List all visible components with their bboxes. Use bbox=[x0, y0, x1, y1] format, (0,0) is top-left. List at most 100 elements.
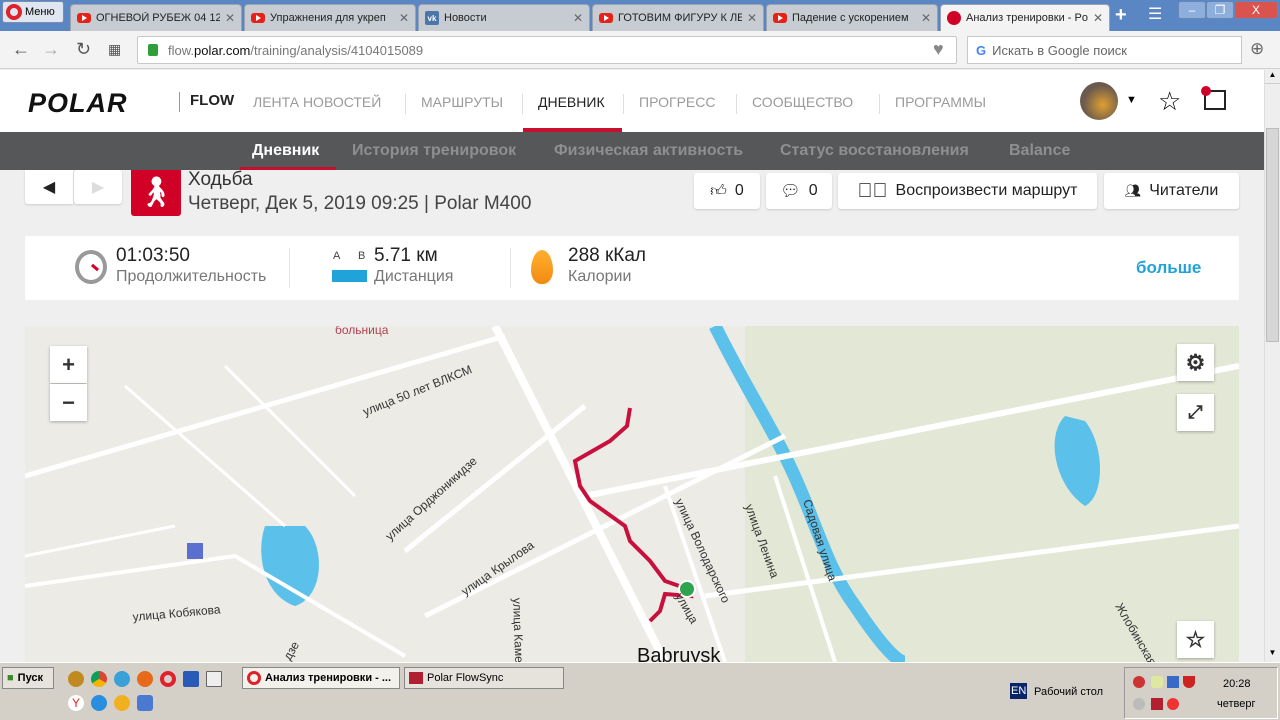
zoom-in-button[interactable]: + bbox=[50, 346, 87, 383]
opera-icon[interactable] bbox=[160, 671, 176, 687]
close-icon[interactable]: ✕ bbox=[747, 11, 757, 25]
subnav-balance[interactable]: Balance bbox=[1009, 142, 1070, 160]
scroll-down-arrow[interactable]: ▼ bbox=[1265, 648, 1280, 662]
ruler-icon bbox=[332, 270, 367, 282]
lock-icon bbox=[148, 44, 158, 56]
back-icon[interactable]: ← bbox=[12, 39, 30, 60]
clock-time[interactable]: 20:28 bbox=[1223, 678, 1251, 690]
calories-value: 288 кКал bbox=[568, 245, 647, 266]
map-label-kobyakova: улица Кобякова bbox=[132, 602, 221, 624]
nav-diary[interactable]: ДНЕВНИК bbox=[522, 94, 605, 114]
tab-2[interactable]: Упражнения для укреп ✕ bbox=[244, 4, 416, 31]
tray-icon[interactable] bbox=[1167, 698, 1179, 710]
followers-button[interactable]: 👥︎ Читатели bbox=[1104, 173, 1239, 209]
flowsync-tray-icon[interactable] bbox=[1151, 698, 1163, 710]
yandex-icon[interactable]: Y bbox=[68, 695, 84, 711]
nav-progress[interactable]: ПРОГРЕСС bbox=[623, 94, 715, 114]
replay-route-button[interactable]: ▶⃝ Воспроизвести маршрут bbox=[838, 173, 1097, 209]
taskbar-item-browser[interactable]: Анализ тренировки - ... bbox=[242, 667, 400, 689]
url-input[interactable]: flow.polar.com/training/analysis/4104015… bbox=[137, 36, 957, 64]
avatar[interactable] bbox=[1080, 82, 1118, 120]
forward-icon[interactable]: → bbox=[42, 39, 60, 60]
quick-launch-row-2: Y bbox=[68, 695, 153, 711]
previous-button[interactable]: ◀ bbox=[25, 170, 73, 204]
start-button[interactable]: ■ Пуск bbox=[2, 667, 54, 689]
new-tab-button[interactable]: + bbox=[1115, 4, 1127, 27]
clock-day: четверг bbox=[1217, 698, 1256, 710]
youtube-icon bbox=[251, 13, 265, 23]
firefox-icon[interactable] bbox=[137, 671, 153, 687]
tab-menu-icon[interactable]: ☰ bbox=[1148, 4, 1162, 24]
minimize-button[interactable]: – bbox=[1178, 1, 1206, 19]
app-icon[interactable] bbox=[137, 695, 153, 711]
home-icon[interactable] bbox=[114, 671, 130, 687]
star-icon[interactable]: ☆ bbox=[1158, 86, 1181, 117]
tab-1[interactable]: ОГНЕВОЙ РУБЕЖ 04 12 ✕ bbox=[70, 4, 242, 31]
subnav-recovery[interactable]: Статус восстановления bbox=[780, 142, 969, 160]
webcam-icon[interactable] bbox=[1133, 698, 1145, 710]
route-map[interactable]: больница улица 50 лет ВЛКСМ улица Орджон… bbox=[25, 326, 1239, 662]
map-label-hospital: больница bbox=[335, 326, 389, 337]
vk-icon: vk bbox=[425, 11, 439, 25]
fullscreen-icon[interactable]: ⤢ bbox=[1177, 394, 1214, 431]
language-indicator[interactable]: EN bbox=[1010, 683, 1028, 699]
close-icon[interactable]: ✕ bbox=[573, 11, 583, 25]
subnav-diary[interactable]: Дневник bbox=[252, 142, 319, 160]
tab-6-active[interactable]: Анализ тренировки - Po ✕ bbox=[940, 4, 1110, 31]
download-icon[interactable]: ⊕ bbox=[1250, 39, 1264, 59]
search-input[interactable]: G Искать в Google поиск bbox=[967, 36, 1242, 64]
desktop-toolbar[interactable]: Рабочий стол bbox=[1034, 686, 1103, 698]
next-button[interactable]: ▶ bbox=[74, 170, 122, 204]
app-icon[interactable] bbox=[68, 671, 84, 687]
network-icon[interactable] bbox=[1167, 676, 1179, 688]
nav-community[interactable]: СООБЩЕСТВО bbox=[736, 94, 853, 114]
tab-4[interactable]: ГОТОВИМ ФИГУРУ К ЛЕ ✕ bbox=[592, 4, 764, 31]
comments-button[interactable]: 💬︎ 0 bbox=[766, 173, 832, 209]
scroll-up-arrow[interactable]: ▲ bbox=[1265, 70, 1280, 84]
heart-bookmark-icon[interactable]: ♥ bbox=[933, 39, 944, 60]
save-icon[interactable] bbox=[183, 671, 199, 687]
close-icon[interactable]: ✕ bbox=[225, 11, 235, 25]
scroll-thumb[interactable] bbox=[1266, 128, 1279, 342]
reload-icon[interactable]: ↻ bbox=[76, 39, 91, 60]
close-icon[interactable]: ✕ bbox=[1093, 11, 1103, 25]
locate-gear-icon[interactable]: ⚙ bbox=[1177, 344, 1214, 381]
speed-dial-icon[interactable]: ▦ bbox=[108, 41, 121, 58]
polar-logo[interactable]: POLAR bbox=[28, 88, 128, 119]
more-link[interactable]: больше bbox=[1136, 258, 1201, 278]
tab-5[interactable]: Падение с ускорением ✕ bbox=[766, 4, 938, 31]
close-icon[interactable]: ✕ bbox=[921, 11, 931, 25]
notification-dot bbox=[1201, 86, 1211, 96]
like-button[interactable]: 👍︎ 0 bbox=[694, 173, 760, 209]
divider bbox=[289, 248, 290, 288]
distance-label: Дистанция bbox=[374, 268, 454, 285]
opera-menu-button[interactable]: Меню bbox=[2, 1, 64, 23]
subnav-training-history[interactable]: История тренировок bbox=[352, 142, 516, 160]
map-canvas[interactable]: больница улица 50 лет ВЛКСМ улица Орджон… bbox=[25, 326, 1239, 662]
windows-logo-icon: ■ bbox=[7, 672, 14, 684]
play-circle-icon: ▶⃝ bbox=[857, 179, 888, 202]
favorite-star-icon[interactable]: ☆ bbox=[1177, 621, 1214, 658]
tray-icon[interactable] bbox=[1151, 676, 1163, 688]
nav-routes[interactable]: МАРШРУТЫ bbox=[405, 94, 503, 114]
polar-icon bbox=[947, 11, 961, 25]
zoom-out-button[interactable]: − bbox=[50, 384, 87, 421]
ie-icon[interactable] bbox=[91, 695, 107, 711]
chrome-icon[interactable] bbox=[91, 671, 107, 687]
window-icon[interactable] bbox=[206, 671, 222, 687]
antivirus-shield-icon[interactable] bbox=[1183, 676, 1195, 688]
nav-news-feed[interactable]: ЛЕНТА НОВОСТЕЙ bbox=[253, 94, 381, 114]
close-icon[interactable]: ✕ bbox=[399, 11, 409, 25]
page-scrollbar[interactable]: ▲ ▼ bbox=[1264, 70, 1280, 662]
tray-icon[interactable] bbox=[1133, 676, 1145, 688]
walking-icon: 🚶︎ bbox=[131, 170, 181, 216]
tab-3[interactable]: vk Новости ✕ bbox=[418, 4, 590, 31]
media-player-icon[interactable] bbox=[114, 695, 130, 711]
close-window-button[interactable]: X bbox=[1234, 1, 1278, 19]
restore-button[interactable]: ❐ bbox=[1206, 1, 1234, 19]
nav-programs[interactable]: ПРОГРАММЫ bbox=[879, 94, 986, 114]
subnav-activity[interactable]: Физическая активность bbox=[554, 142, 743, 160]
taskbar-item-flowsync[interactable]: Polar FlowSync bbox=[404, 667, 564, 689]
chevron-down-icon[interactable]: ▼ bbox=[1126, 94, 1137, 106]
flowsync-icon bbox=[409, 672, 423, 684]
